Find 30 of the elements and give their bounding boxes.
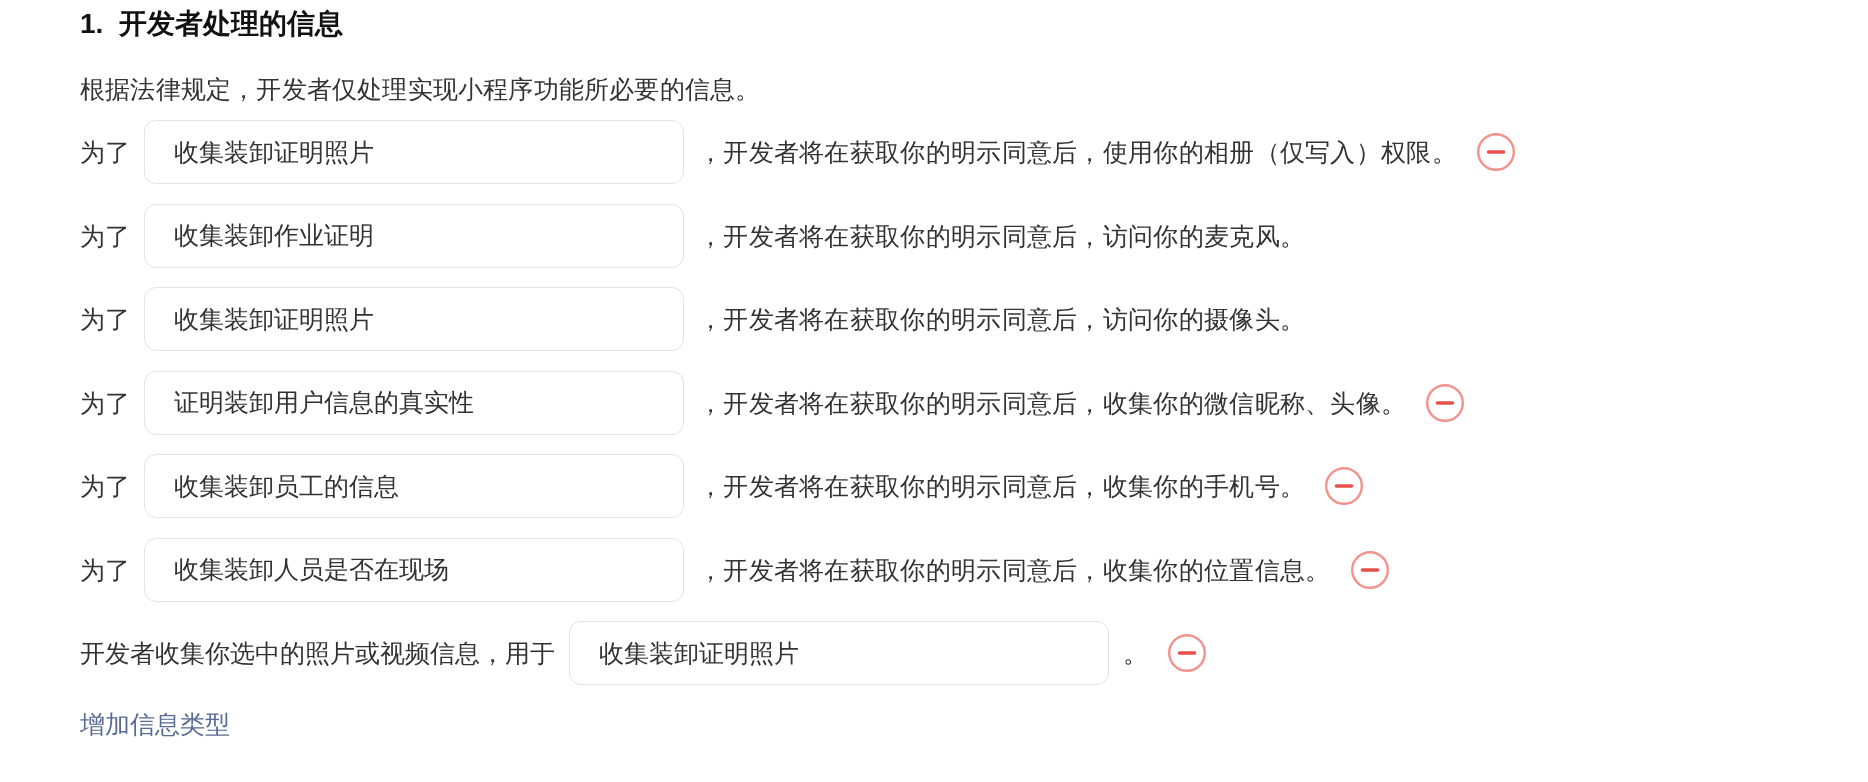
intro-text: 根据法律规定，开发者仅处理实现小程序功能所必要的信息。 <box>80 74 761 105</box>
row-label: 开发者收集你选中的照片或视频信息，用于 <box>80 638 555 669</box>
section-number: 1. <box>80 7 104 41</box>
consent-statement: ，开发者将在获取你的明示同意后，收集你的位置信息。 <box>698 554 1331 586</box>
minus-circle-icon[interactable] <box>1426 383 1465 422</box>
consent-statement: 。 <box>1123 638 1149 669</box>
consent-statement: ，开发者将在获取你的明示同意后，使用你的相册（仅写入）权限。 <box>698 137 1457 168</box>
purpose-input-field[interactable]: 收集装卸证明照片 <box>569 621 1109 685</box>
minus-circle-icon[interactable] <box>1325 467 1364 505</box>
purpose-input-field[interactable]: 收集装卸人员是否在现场 <box>144 537 684 602</box>
purpose-input-field[interactable]: 收集装卸作业证明 <box>144 203 684 268</box>
purpose-input-field[interactable]: 收集装卸员工的信息 <box>144 454 684 518</box>
section-title: 开发者处理的信息 <box>119 7 344 41</box>
add-info-type-link[interactable]: 增加信息类型 <box>80 708 230 740</box>
row-label: 为了 <box>80 387 130 419</box>
row-label: 为了 <box>80 137 130 168</box>
consent-statement: ，开发者将在获取你的明示同意后，访问你的麦克风。 <box>698 220 1306 252</box>
consent-statement: ，开发者将在获取你的明示同意后，收集你的微信昵称、头像。 <box>698 387 1407 419</box>
consent-statement: ，开发者将在获取你的明示同意后，访问你的摄像头。 <box>698 304 1306 335</box>
row-label: 为了 <box>80 554 130 586</box>
minus-circle-icon[interactable] <box>1350 550 1389 589</box>
purpose-input-field[interactable]: 收集装卸证明照片 <box>144 287 684 351</box>
purpose-input-field[interactable]: 收集装卸证明照片 <box>144 120 684 184</box>
consent-statement: ，开发者将在获取你的明示同意后，收集你的手机号。 <box>698 471 1306 502</box>
row-label: 为了 <box>80 304 130 335</box>
row-label: 为了 <box>80 220 130 252</box>
minus-circle-icon[interactable] <box>1168 634 1207 672</box>
row-label: 为了 <box>80 471 130 502</box>
minus-circle-icon[interactable] <box>1477 133 1515 171</box>
purpose-input-field[interactable]: 证明装卸用户信息的真实性 <box>144 370 684 435</box>
